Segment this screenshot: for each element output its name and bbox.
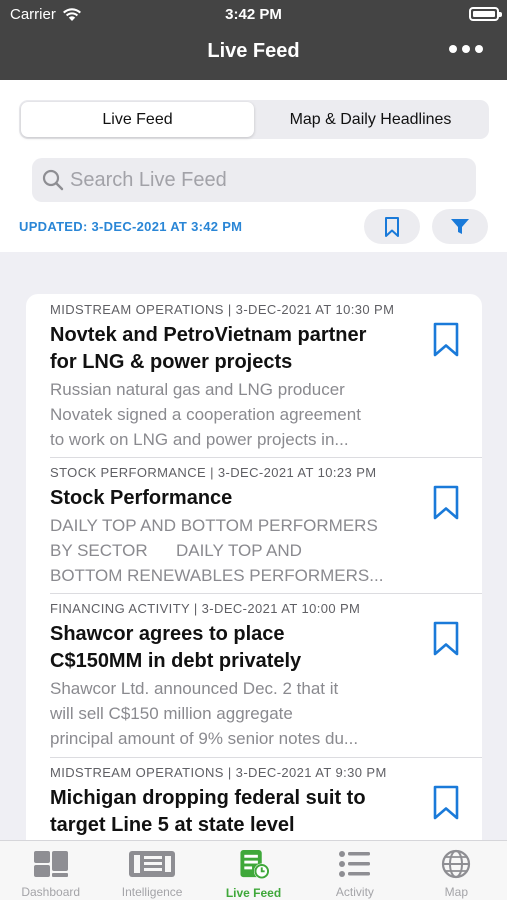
feed-item-summary-line: will sell C$150 million aggregate <box>50 704 293 723</box>
feed-item-title-line: Shawcor agrees to place <box>50 623 285 645</box>
feed-item-summary-line: to work on LNG and power projects in... <box>50 430 349 449</box>
feed-item-title-line: Stock Performance <box>50 487 233 509</box>
search-input[interactable] <box>70 168 450 192</box>
globe-icon <box>442 849 471 879</box>
page-title: Live Feed <box>207 40 300 62</box>
feed-item-meta: MIDSTREAM OPERATIONS | 3-DEC-2021 AT 9:3… <box>50 765 387 780</box>
feed-item-title-line: C$150MM in debt privately <box>50 650 302 672</box>
battery-icon <box>469 7 502 21</box>
status-bar: Carrier 3:42 PM <box>0 0 507 28</box>
divider <box>50 757 482 758</box>
bookmark-icon[interactable] <box>432 785 460 821</box>
feed-item-title: Michigan dropping federal suit to target… <box>50 785 410 839</box>
dashboard-icon <box>33 851 68 877</box>
status-time: 3:42 PM <box>225 6 282 23</box>
tab-label: Map <box>444 885 468 899</box>
bookmark-icon[interactable] <box>432 485 460 521</box>
activity-icon <box>338 851 370 877</box>
tab-dashboard[interactable]: Dashboard <box>0 841 101 900</box>
divider <box>50 457 482 458</box>
feed-item-title: Stock Performance <box>50 485 410 512</box>
tab-map[interactable]: Map <box>406 841 507 900</box>
feed-item-summary-line: BY SECTOR DAILY TOP AND <box>50 541 302 560</box>
tab-label: Activity <box>335 885 374 899</box>
feed-item-title-line: target Line 5 at state level <box>50 814 295 836</box>
segment-live-feed[interactable]: Live Feed <box>21 102 254 137</box>
tab-intelligence[interactable]: Intelligence <box>101 841 202 900</box>
segment-map-daily-headlines[interactable]: Map & Daily Headlines <box>254 102 487 137</box>
tab-activity[interactable]: Activity <box>304 841 405 900</box>
bookmarks-filter-button[interactable] <box>364 209 420 244</box>
feed-item-meta: MIDSTREAM OPERATIONS | 3-DEC-2021 AT 10:… <box>50 302 395 317</box>
feed-item[interactable]: MIDSTREAM OPERATIONS | 3-DEC-2021 AT 10:… <box>26 294 482 457</box>
tab-live-feed[interactable]: Live Feed <box>203 841 304 900</box>
segmented-control: Live Feed Map & Daily Headlines <box>19 100 489 139</box>
feed-item-title-line: for LNG & power projects <box>50 351 293 373</box>
bookmark-icon[interactable] <box>432 322 460 358</box>
feed-item-title: Novtek and PetroVietnam partner for LNG … <box>50 322 410 376</box>
search-icon <box>42 169 64 191</box>
feed-item-summary-line: Russian natural gas and LNG producer <box>50 380 345 399</box>
tab-label: Live Feed <box>225 886 282 900</box>
feed-header: Live Feed Map & Daily Headlines UPDATED:… <box>0 80 507 252</box>
more-options-icon[interactable] <box>449 45 483 53</box>
feed-item-summary-line: principal amount of 9% senior notes du..… <box>50 729 359 748</box>
intelligence-icon <box>129 851 176 877</box>
filter-icon <box>451 218 469 234</box>
bookmark-icon <box>385 216 399 237</box>
feed-item-summary-line: DAILY TOP AND BOTTOM PERFORMERS <box>50 516 378 535</box>
feed-item-meta: FINANCING ACTIVITY | 3-DEC-2021 AT 10:00… <box>50 601 361 616</box>
feed-item-meta: STOCK PERFORMANCE | 3-DEC-2021 AT 10:23 … <box>50 465 377 480</box>
feed-item-summary-line: BOTTOM RENEWABLES PERFORMERS... <box>50 566 384 585</box>
live-feed-icon <box>239 849 270 880</box>
divider <box>50 593 482 594</box>
feed-item[interactable]: FINANCING ACTIVITY | 3-DEC-2021 AT 10:00… <box>26 593 482 757</box>
feed-item-summary-line: Shawcor Ltd. announced Dec. 2 that it <box>50 679 339 698</box>
feed-item-summary: Shawcor Ltd. announced Dec. 2 that it wi… <box>50 676 410 751</box>
search-bar[interactable] <box>32 158 476 202</box>
tab-label: Intelligence <box>121 885 183 899</box>
feed-item-summary: DAILY TOP AND BOTTOM PERFORMERS BY SECTO… <box>50 513 410 588</box>
updated-timestamp: UPDATED: 3-DEC-2021 AT 3:42 PM <box>19 219 243 234</box>
feed-item[interactable]: STOCK PERFORMANCE | 3-DEC-2021 AT 10:23 … <box>26 457 482 593</box>
live-feed-list: MIDSTREAM OPERATIONS | 3-DEC-2021 AT 10:… <box>26 294 482 854</box>
tab-label: Dashboard <box>21 885 81 899</box>
feed-item-summary: Russian natural gas and LNG producer Nov… <box>50 377 410 452</box>
bookmark-icon[interactable] <box>432 621 460 657</box>
feed-item-title-line: Michigan dropping federal suit to <box>50 787 366 809</box>
feed-item-summary-line: Novatek signed a cooperation agreement <box>50 405 361 424</box>
feed-item-title: Shawcor agrees to place C$150MM in debt … <box>50 621 410 675</box>
filter-button[interactable] <box>432 209 488 244</box>
feed-item-title-line: Novtek and PetroVietnam partner <box>50 324 367 346</box>
tab-bar: Dashboard Intelligence Live Feed Activit… <box>0 840 507 900</box>
top-bar: Carrier 3:42 PM Live Feed <box>0 0 507 80</box>
